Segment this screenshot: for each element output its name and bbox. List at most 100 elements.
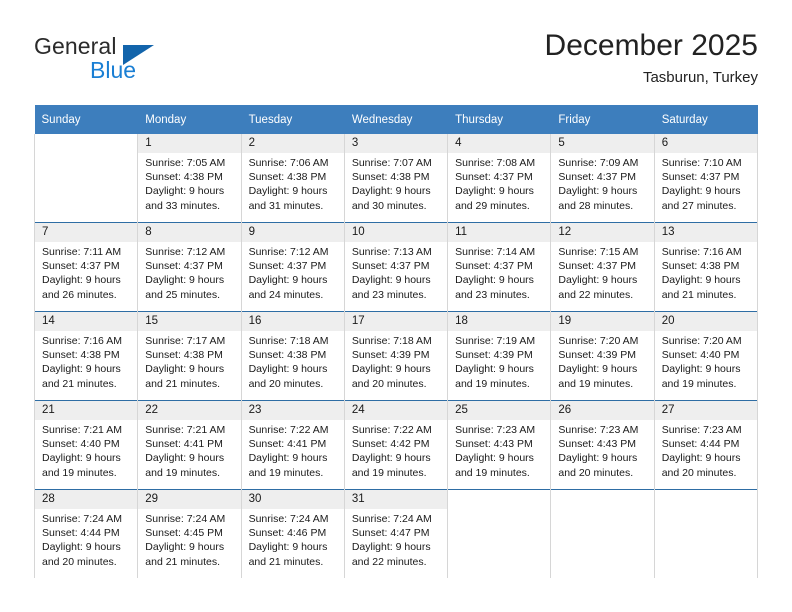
daylight-text: Daylight: 9 hours and 20 minutes. bbox=[42, 541, 121, 568]
day-number: 19 bbox=[551, 312, 654, 331]
daylight-text: Daylight: 9 hours and 20 minutes. bbox=[661, 452, 741, 479]
sunrise-text: Sunrise: 7:22 AM bbox=[248, 424, 329, 436]
day-cell-content: 29 Sunrise: 7:24 AM Sunset: 4:45 PM Dayligh… bbox=[138, 490, 241, 578]
calendar-day-cell[interactable]: 24 Sunrise: 7:22 AM Sunset: 4:42 PM Dayligh… bbox=[343, 400, 449, 490]
sunrise-text: Sunrise: 7:21 AM bbox=[145, 424, 226, 436]
sunrise-text: Sunrise: 7:18 AM bbox=[248, 335, 329, 347]
day-sun-info: Sunrise: 7:21 AM Sunset: 4:40 PM Daylight:… bbox=[35, 420, 137, 480]
calendar-header-row: Sunday Monday Tuesday Wednesday Thursday… bbox=[34, 105, 759, 134]
day-cell-content: 5 Sunrise: 7:09 AM Sunset: 4:37 PM Daylight… bbox=[551, 134, 654, 222]
calendar-day-cell[interactable]: 28 Sunrise: 7:24 AM Sunset: 4:44 PM Dayligh… bbox=[33, 489, 139, 578]
day-number: 30 bbox=[241, 490, 344, 509]
calendar-day-cell[interactable]: 30 Sunrise: 7:24 AM Sunset: 4:46 PM Dayligh… bbox=[240, 489, 345, 578]
calendar-day-cell[interactable]: 2 Sunrise: 7:06 AM Sunset: 4:38 PM Daylight… bbox=[240, 134, 345, 223]
day-sun-info: Sunrise: 7:10 AM Sunset: 4:37 PM Daylight:… bbox=[655, 153, 757, 213]
calendar-day-cell[interactable]: 6 Sunrise: 7:10 AM Sunset: 4:37 PM Daylight… bbox=[653, 134, 759, 223]
sunrise-text: Sunrise: 7:13 AM bbox=[351, 246, 432, 258]
calendar-day-cell[interactable]: 10 Sunrise: 7:13 AM Sunset: 4:37 PM Dayligh… bbox=[343, 222, 449, 312]
calendar-day-cell[interactable]: 7 Sunrise: 7:11 AM Sunset: 4:37 PM Daylight… bbox=[33, 222, 139, 312]
calendar-day-cell[interactable]: 20 Sunrise: 7:20 AM Sunset: 4:40 PM Dayligh… bbox=[653, 311, 759, 401]
day-sun-info: Sunrise: 7:06 AM Sunset: 4:38 PM Daylight:… bbox=[242, 153, 344, 213]
sunset-text: Sunset: 4:44 PM bbox=[661, 438, 740, 451]
calendar-day-cell[interactable]: 18 Sunrise: 7:19 AM Sunset: 4:39 PM Dayligh… bbox=[447, 311, 552, 401]
day-cell-content: 27 Sunrise: 7:23 AM Sunset: 4:44 PM Dayligh… bbox=[654, 401, 757, 489]
sunrise-text: Sunrise: 7:23 AM bbox=[558, 424, 639, 436]
calendar-day-cell[interactable]: 11 Sunrise: 7:14 AM Sunset: 4:37 PM Dayligh… bbox=[447, 222, 552, 312]
calendar-day-cell[interactable]: 19 Sunrise: 7:20 AM Sunset: 4:39 PM Dayligh… bbox=[550, 311, 655, 401]
sunset-text: Sunset: 4:38 PM bbox=[42, 349, 120, 362]
calendar-day-cell bbox=[653, 489, 759, 578]
sunrise-text: Sunrise: 7:15 AM bbox=[558, 246, 639, 258]
logo-text-general: General bbox=[34, 33, 117, 59]
calendar-day-cell[interactable]: 31 Sunrise: 7:24 AM Sunset: 4:47 PM Dayligh… bbox=[343, 489, 449, 578]
calendar-day-cell[interactable]: 12 Sunrise: 7:15 AM Sunset: 4:37 PM Dayligh… bbox=[550, 222, 655, 312]
weekday-header-sunday: Sunday bbox=[34, 105, 139, 134]
weekday-header-friday: Friday bbox=[550, 105, 655, 134]
daylight-text: Daylight: 9 hours and 22 minutes. bbox=[351, 541, 431, 568]
calendar-day-cell[interactable]: 3 Sunrise: 7:07 AM Sunset: 4:38 PM Daylight… bbox=[343, 134, 449, 223]
calendar-day-cell[interactable]: 16 Sunrise: 7:18 AM Sunset: 4:38 PM Dayligh… bbox=[240, 311, 345, 401]
day-cell-content: 16 Sunrise: 7:18 AM Sunset: 4:38 PM Dayligh… bbox=[241, 312, 344, 400]
day-cell-content: 7 Sunrise: 7:11 AM Sunset: 4:37 PM Daylight… bbox=[35, 223, 138, 311]
day-number: 12 bbox=[551, 223, 654, 242]
page-header: General Blue December 2025 Tasburun, Tur… bbox=[0, 0, 792, 100]
calendar-day-cell[interactable]: 5 Sunrise: 7:09 AM Sunset: 4:37 PM Daylight… bbox=[550, 134, 655, 223]
day-cell-content: 18 Sunrise: 7:19 AM Sunset: 4:39 PM Dayligh… bbox=[448, 312, 551, 400]
weekday-header-saturday: Saturday bbox=[654, 105, 759, 134]
day-cell-content: 17 Sunrise: 7:18 AM Sunset: 4:39 PM Dayligh… bbox=[344, 312, 448, 400]
sunset-text: Sunset: 4:37 PM bbox=[248, 260, 327, 273]
day-cell-content bbox=[35, 134, 137, 222]
day-cell-content: 14 Sunrise: 7:16 AM Sunset: 4:38 PM Dayligh… bbox=[35, 312, 138, 400]
day-number: 26 bbox=[551, 401, 654, 420]
sunset-text: Sunset: 4:42 PM bbox=[351, 438, 430, 451]
sunrise-text: Sunrise: 7:19 AM bbox=[455, 335, 536, 347]
calendar-day-cell[interactable]: 25 Sunrise: 7:23 AM Sunset: 4:43 PM Dayligh… bbox=[447, 400, 552, 490]
day-number: 10 bbox=[344, 223, 448, 242]
day-number: 20 bbox=[654, 312, 757, 331]
calendar-day-cell[interactable]: 9 Sunrise: 7:12 AM Sunset: 4:37 PM Daylight… bbox=[240, 222, 345, 312]
calendar-day-cell[interactable]: 21 Sunrise: 7:21 AM Sunset: 4:40 PM Dayligh… bbox=[33, 400, 139, 490]
weekday-header-tuesday: Tuesday bbox=[241, 105, 345, 134]
day-sun-info: Sunrise: 7:23 AM Sunset: 4:43 PM Daylight:… bbox=[448, 420, 550, 480]
calendar-day-cell[interactable]: 4 Sunrise: 7:08 AM Sunset: 4:37 PM Daylight… bbox=[447, 134, 552, 223]
calendar-day-cell[interactable]: 29 Sunrise: 7:24 AM Sunset: 4:45 PM Dayligh… bbox=[137, 489, 242, 578]
day-cell-content: 20 Sunrise: 7:20 AM Sunset: 4:40 PM Dayligh… bbox=[654, 312, 757, 400]
day-cell-content: 31 Sunrise: 7:24 AM Sunset: 4:47 PM Dayligh… bbox=[344, 490, 448, 578]
day-cell-content: 19 Sunrise: 7:20 AM Sunset: 4:39 PM Dayligh… bbox=[551, 312, 654, 400]
calendar-day-cell[interactable]: 15 Sunrise: 7:17 AM Sunset: 4:38 PM Dayligh… bbox=[137, 311, 242, 401]
day-sun-info: Sunrise: 7:16 AM Sunset: 4:38 PM Daylight:… bbox=[35, 331, 137, 391]
daylight-text: Daylight: 9 hours and 19 minutes. bbox=[248, 452, 328, 479]
calendar-day-cell[interactable]: 23 Sunrise: 7:22 AM Sunset: 4:41 PM Dayligh… bbox=[240, 400, 345, 490]
day-sun-info: Sunrise: 7:08 AM Sunset: 4:37 PM Daylight:… bbox=[448, 153, 550, 213]
day-cell-content: 30 Sunrise: 7:24 AM Sunset: 4:46 PM Dayligh… bbox=[241, 490, 344, 578]
day-sun-info: Sunrise: 7:17 AM Sunset: 4:38 PM Daylight:… bbox=[138, 331, 240, 391]
calendar-day-cell[interactable]: 17 Sunrise: 7:18 AM Sunset: 4:39 PM Dayligh… bbox=[343, 311, 449, 401]
day-cell-content: 24 Sunrise: 7:22 AM Sunset: 4:42 PM Dayligh… bbox=[344, 401, 448, 489]
day-cell-content: 26 Sunrise: 7:23 AM Sunset: 4:43 PM Dayligh… bbox=[551, 401, 654, 489]
sunrise-text: Sunrise: 7:18 AM bbox=[351, 335, 432, 347]
calendar-day-cell[interactable]: 27 Sunrise: 7:23 AM Sunset: 4:44 PM Dayligh… bbox=[653, 400, 759, 490]
day-number: 3 bbox=[344, 134, 448, 153]
daylight-text: Daylight: 9 hours and 29 minutes. bbox=[455, 185, 534, 212]
daylight-text: Daylight: 9 hours and 26 minutes. bbox=[42, 274, 121, 301]
calendar-day-cell[interactable]: 1 Sunrise: 7:05 AM Sunset: 4:38 PM Daylight… bbox=[137, 134, 242, 223]
calendar-day-cell[interactable]: 14 Sunrise: 7:16 AM Sunset: 4:38 PM Dayligh… bbox=[33, 311, 139, 401]
calendar-day-cell[interactable]: 22 Sunrise: 7:21 AM Sunset: 4:41 PM Dayligh… bbox=[137, 400, 242, 490]
day-number: 24 bbox=[344, 401, 448, 420]
day-sun-info: Sunrise: 7:23 AM Sunset: 4:44 PM Daylight:… bbox=[655, 420, 757, 480]
day-cell-content: 9 Sunrise: 7:12 AM Sunset: 4:37 PM Daylight… bbox=[241, 223, 344, 311]
generalblue-logo: General Blue bbox=[34, 33, 254, 93]
day-sun-info: Sunrise: 7:12 AM Sunset: 4:37 PM Daylight:… bbox=[242, 242, 344, 302]
calendar-day-cell[interactable]: 8 Sunrise: 7:12 AM Sunset: 4:37 PM Daylight… bbox=[137, 222, 242, 312]
day-sun-info: Sunrise: 7:20 AM Sunset: 4:40 PM Daylight:… bbox=[655, 331, 757, 391]
daylight-text: Daylight: 9 hours and 19 minutes. bbox=[558, 363, 638, 390]
day-cell-content: 15 Sunrise: 7:17 AM Sunset: 4:38 PM Dayligh… bbox=[138, 312, 241, 400]
sunrise-text: Sunrise: 7:10 AM bbox=[661, 157, 742, 169]
calendar-day-cell[interactable]: 26 Sunrise: 7:23 AM Sunset: 4:43 PM Dayligh… bbox=[550, 400, 655, 490]
month-calendar-table: Sunday Monday Tuesday Wednesday Thursday… bbox=[33, 105, 759, 578]
sunrise-text: Sunrise: 7:20 AM bbox=[661, 335, 742, 347]
calendar-day-cell[interactable]: 13 Sunrise: 7:16 AM Sunset: 4:38 PM Dayligh… bbox=[653, 222, 759, 312]
day-sun-info: Sunrise: 7:12 AM Sunset: 4:37 PM Daylight:… bbox=[138, 242, 240, 302]
day-sun-info: Sunrise: 7:09 AM Sunset: 4:37 PM Daylight:… bbox=[551, 153, 653, 213]
day-number: 22 bbox=[138, 401, 241, 420]
